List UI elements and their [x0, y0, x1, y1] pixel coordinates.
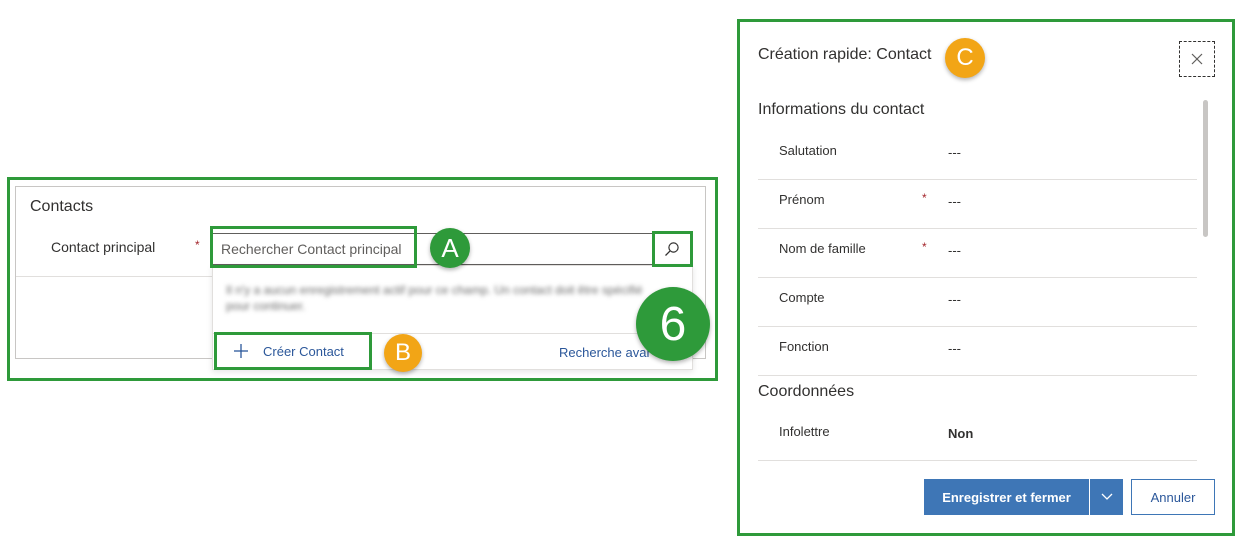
- chevron-down-icon: [1101, 493, 1112, 500]
- marker-c: C: [945, 38, 985, 78]
- panel-scrollbar[interactable]: [1203, 100, 1208, 237]
- row-divider: [758, 326, 1197, 327]
- marker-b: B: [384, 334, 422, 372]
- field-label-compte: Compte: [779, 290, 825, 305]
- section-coordonnees-title: Coordonnées: [758, 383, 855, 400]
- step-marker: 6: [636, 287, 710, 361]
- field-label-nom-de-famille: Nom de famille: [779, 241, 866, 256]
- row-divider: [758, 375, 1197, 376]
- field-label-fonction: Fonction: [779, 339, 829, 354]
- highlight-search-button: [652, 231, 693, 267]
- row-divider: [758, 228, 1197, 229]
- field-value-nom-de-famille[interactable]: ---: [948, 243, 961, 258]
- section-contact-info-title: Informations du contact: [758, 101, 925, 118]
- field-value-infolettre[interactable]: Non: [948, 426, 973, 441]
- field-value-compte[interactable]: ---: [948, 292, 961, 307]
- row-divider: [758, 277, 1197, 278]
- save-and-close-button[interactable]: Enregistrer et fermer: [924, 479, 1089, 515]
- required-mark: *: [922, 191, 927, 205]
- field-value-fonction[interactable]: ---: [948, 341, 961, 356]
- panel-title: Création rapide: Contact: [758, 46, 932, 63]
- close-button[interactable]: [1179, 41, 1215, 77]
- close-icon: [1191, 53, 1203, 65]
- required-mark: *: [922, 240, 927, 254]
- field-label-infolettre: Infolettre: [779, 424, 830, 439]
- save-options-button[interactable]: [1090, 479, 1123, 515]
- field-label-prenom: Prénom: [779, 192, 825, 207]
- field-value-prenom[interactable]: ---: [948, 194, 961, 209]
- highlight-search-input: [210, 226, 417, 268]
- row-divider: [758, 460, 1197, 461]
- highlight-create-contact: [214, 332, 372, 370]
- field-value-salutation[interactable]: ---: [948, 145, 961, 160]
- row-divider: [758, 179, 1197, 180]
- cancel-button[interactable]: Annuler: [1131, 479, 1215, 515]
- field-label-salutation: Salutation: [779, 143, 837, 158]
- marker-a: A: [430, 228, 470, 268]
